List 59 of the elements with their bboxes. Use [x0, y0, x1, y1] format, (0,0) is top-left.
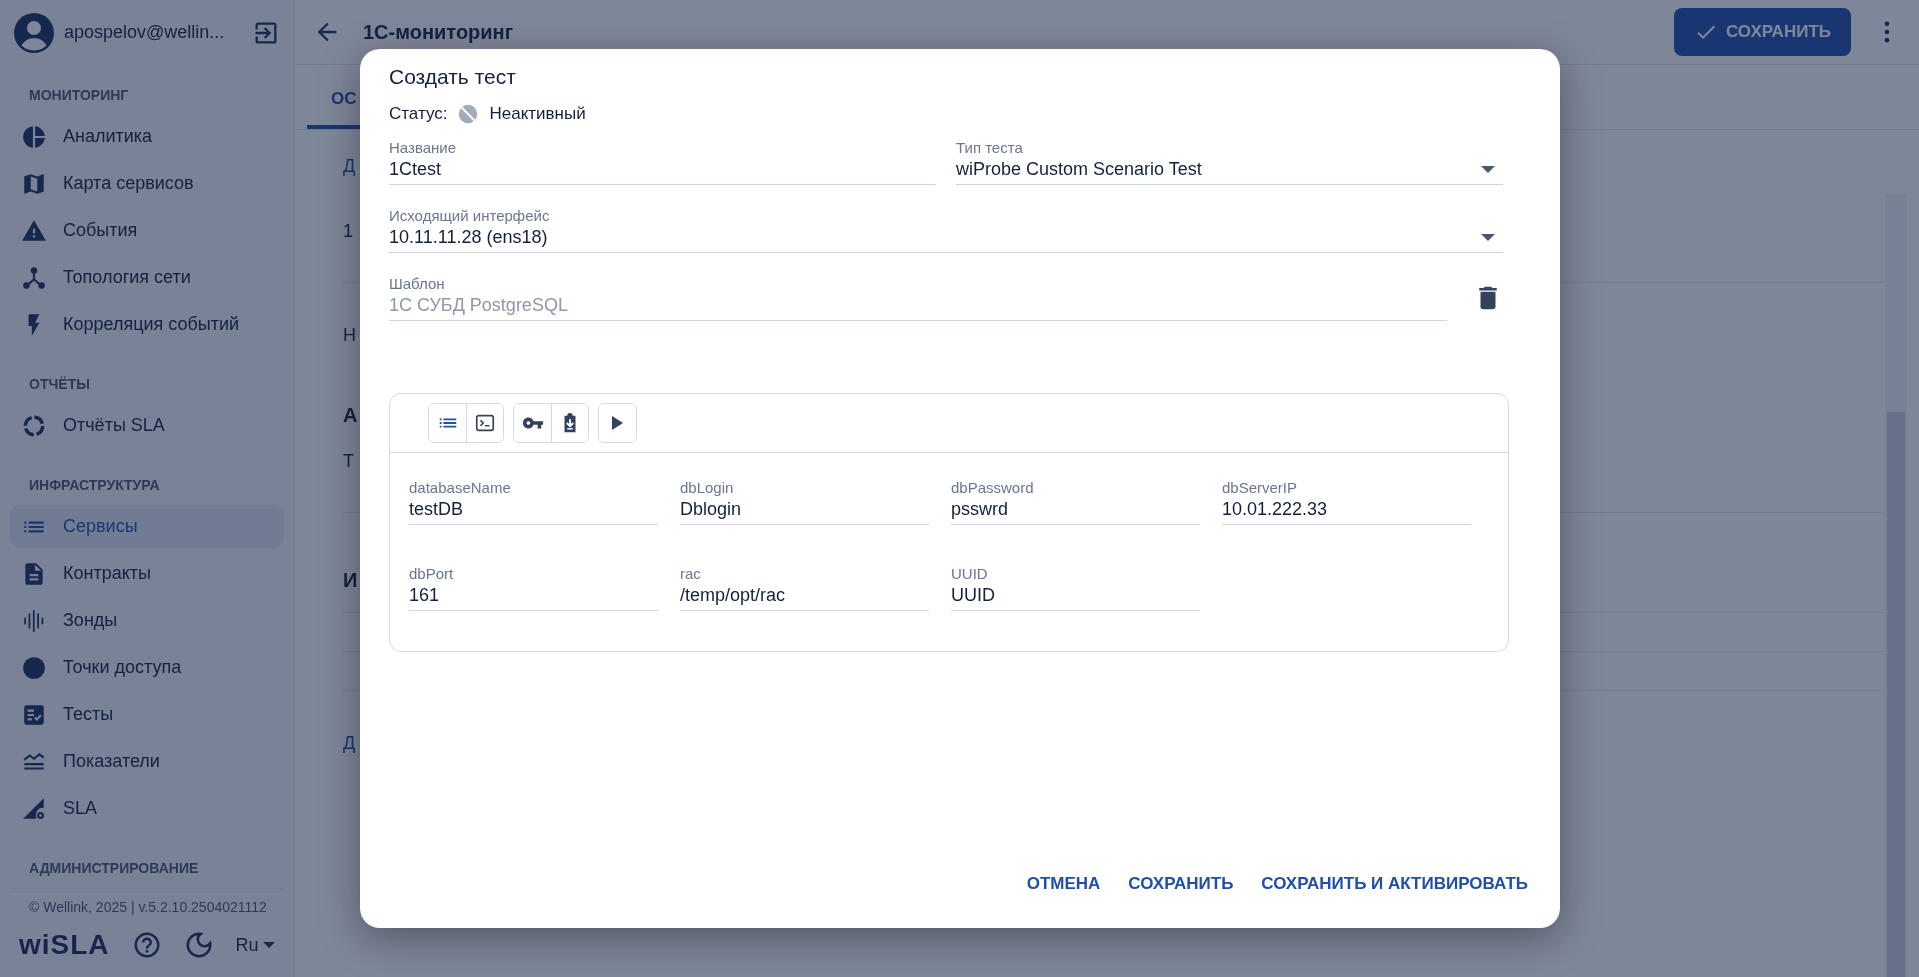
dialog-button[interactable]: СОХРАНИТЬ [1128, 870, 1234, 898]
nav-item[interactable]: Аналитика [10, 115, 284, 159]
link[interactable]: Д [343, 733, 356, 754]
terminal-icon [474, 412, 496, 434]
dialog-title: Создать тест [389, 65, 517, 89]
caret-down-icon [1481, 166, 1495, 173]
select-field[interactable]: Исходящий интерфейс 10.11.11.28 (ens18) [389, 207, 1503, 253]
nav-item[interactable]: События [10, 209, 284, 253]
section-heading: А [343, 404, 358, 427]
topology-icon [21, 264, 47, 291]
page-title: 1С-мониторинг [363, 20, 515, 44]
text: Т [343, 451, 354, 472]
select-field[interactable]: Тип теста wiProbe Custom Scenario Test [956, 139, 1503, 185]
input-field[interactable]: dbServerIP 10.01.222.33 [1222, 479, 1471, 525]
dialog-button[interactable]: ОТМЕНА [1026, 870, 1101, 898]
status-label: Статус: [389, 104, 448, 124]
nav-item[interactable]: Тесты [10, 693, 284, 737]
triangle-gear-icon [21, 795, 47, 822]
nav-item[interactable]: Зонды [10, 599, 284, 643]
text: 1 [343, 221, 353, 242]
nav-item[interactable]: Корреляция событий [10, 303, 284, 347]
input-field[interactable]: Название 1Ctest [389, 139, 936, 185]
nav-item[interactable]: Топология сети [10, 256, 284, 300]
dialog-button[interactable]: СОХРАНИТЬ И АКТИВИРОВАТЬ [1261, 870, 1528, 898]
link[interactable]: Д [343, 156, 356, 177]
play-icon [612, 416, 623, 430]
nav-item[interactable]: Контракты [10, 552, 284, 596]
nav-item[interactable]: Сервисы [10, 505, 284, 549]
toolbar-button[interactable] [551, 404, 588, 442]
status-value: Неактивный [489, 104, 586, 124]
nav-item[interactable]: Показатели [10, 740, 284, 784]
caret-down-icon [1481, 234, 1495, 241]
toolbar-button[interactable] [466, 404, 503, 442]
version-text: © Wellink, 2025 | v.5.2.10.2504021112 [10, 888, 284, 916]
input-field[interactable]: rac /temp/opt/rac [680, 565, 929, 611]
nav-item[interactable]: Карта сервисов [10, 162, 284, 206]
section-title: ИНФРАСТРУКТУРА [28, 477, 161, 494]
save-button[interactable]: СОХРАНИТЬ [1674, 8, 1851, 56]
language-select[interactable]: Ru [235, 934, 275, 956]
input-field[interactable]: UUID UUID [951, 565, 1200, 611]
nav-item[interactable]: Отчёты SLA [10, 404, 284, 448]
section-title: МОНИТОРИНГ [28, 87, 130, 104]
circle-icon [21, 654, 47, 681]
pie-chart-icon [21, 123, 47, 150]
section-title: ОТЧЁТЫ [28, 376, 91, 393]
section-heading: И [343, 569, 358, 592]
nav-item[interactable]: SLA [10, 787, 284, 831]
section-title: АДМИНИСТРИРОВАНИЕ [28, 860, 200, 877]
input-field[interactable]: dbPort 161 [409, 565, 658, 611]
input-field[interactable]: databaseName testDB [409, 479, 658, 525]
avatar-icon [14, 12, 54, 53]
text: Н [343, 325, 356, 346]
nav-item[interactable]: Точки доступа [10, 646, 284, 690]
input-field[interactable]: dbLogin Dblogin [680, 479, 929, 525]
toolbar-button[interactable] [599, 404, 636, 442]
caret-down-icon [262, 942, 275, 949]
logo: wiSLA [19, 929, 110, 962]
user-name: apospelov@wellin... [64, 22, 226, 43]
input-field[interactable]: dbPassword psswrd [951, 479, 1200, 525]
